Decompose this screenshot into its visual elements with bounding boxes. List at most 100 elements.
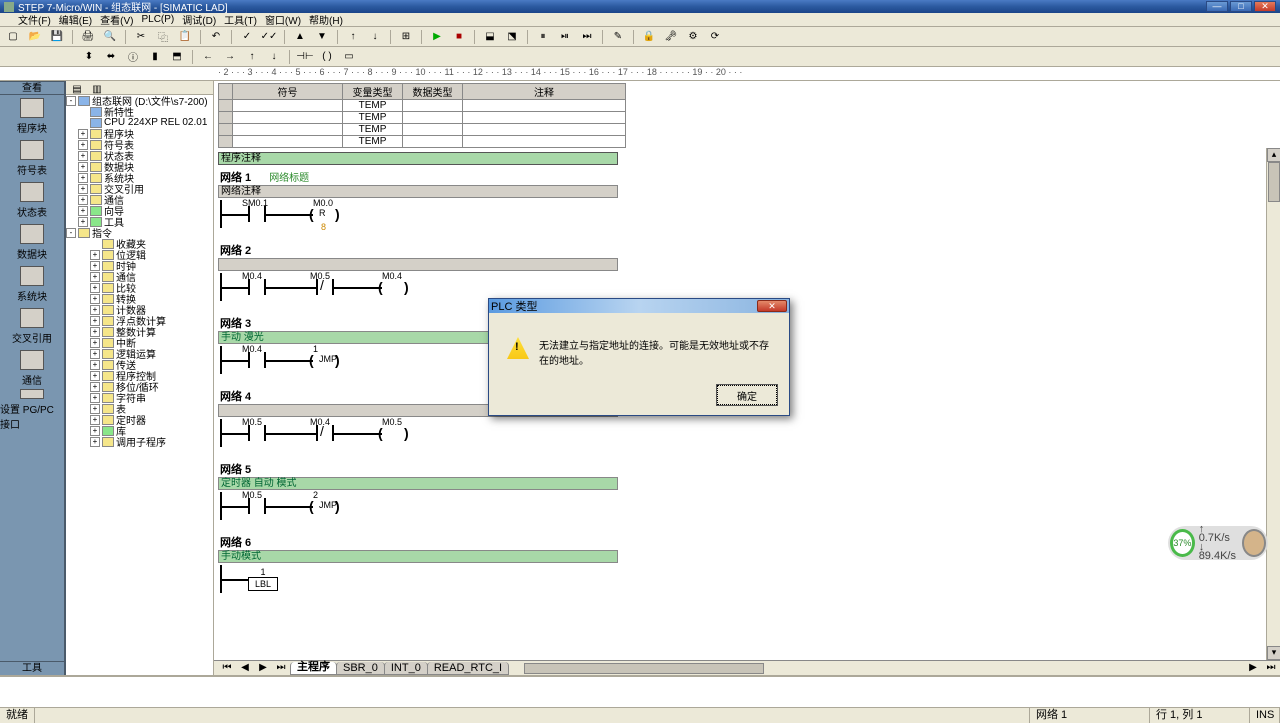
wire-left-icon[interactable]: ←	[199, 49, 217, 65]
menu-item[interactable]: 窗口(W)	[265, 12, 301, 27]
cell[interactable]	[233, 124, 343, 136]
tab-last2-icon[interactable]: ⏭	[1262, 659, 1280, 675]
rung[interactable]: SM0.1M0.0(R)8	[218, 200, 618, 228]
cell[interactable]: TEMP	[343, 112, 403, 124]
lock-icon[interactable]: 🔒	[640, 29, 658, 45]
menu-item[interactable]: 调试(D)	[182, 12, 216, 27]
cell[interactable]: TEMP	[343, 136, 403, 148]
tab-last-icon[interactable]: ⏭	[272, 659, 290, 675]
upload-icon[interactable]: ▲	[291, 29, 309, 45]
tree-item[interactable]: +程序块	[66, 128, 213, 139]
hscroll-thumb[interactable]	[524, 663, 764, 674]
nav-item[interactable]: 数据块	[0, 221, 64, 263]
cell[interactable]	[219, 112, 233, 124]
multi-icon[interactable]: ⏭	[578, 29, 596, 45]
cell[interactable]	[219, 124, 233, 136]
cell[interactable]: TEMP	[343, 100, 403, 112]
network-label[interactable]: 网络 5	[220, 461, 1280, 477]
cell[interactable]	[233, 100, 343, 112]
tree-item[interactable]: +调用子程序	[66, 436, 213, 447]
cell[interactable]	[463, 100, 626, 112]
cell[interactable]	[403, 136, 463, 148]
scroll-thumb[interactable]	[1268, 162, 1280, 202]
program-comment[interactable]: 程序注释	[218, 152, 618, 165]
tree-item[interactable]: +整数计算	[66, 326, 213, 337]
cell[interactable]	[463, 136, 626, 148]
nav-item[interactable]: 设置 PG/PC 接口	[0, 389, 64, 431]
dialog-close-button[interactable]: ✕	[757, 300, 787, 312]
cell[interactable]	[463, 112, 626, 124]
run-icon[interactable]: ▶	[428, 29, 446, 45]
col-header[interactable]: 数据类型	[403, 84, 463, 100]
col-header[interactable]: 符号	[233, 84, 343, 100]
info-icon[interactable]: ⓘ	[124, 49, 142, 65]
wire-up-icon[interactable]: ↑	[243, 49, 261, 65]
nav-item[interactable]: 符号表	[0, 137, 64, 179]
tree-item[interactable]: +位逻辑	[66, 249, 213, 260]
refresh-icon[interactable]: ⟳	[706, 29, 724, 45]
nav-item[interactable]: 交叉引用	[0, 305, 64, 347]
nav-item[interactable]: 程序块	[0, 95, 64, 137]
copy-icon[interactable]: ⿻	[154, 29, 172, 45]
cell[interactable]	[219, 100, 233, 112]
col-header[interactable]: 注释	[463, 84, 626, 100]
chart-icon[interactable]: ⬔	[503, 29, 521, 45]
undo-icon[interactable]: ↶	[207, 29, 225, 45]
network-label[interactable]: 网络 6	[220, 534, 1280, 550]
contact-icon[interactable]: ⊣⊢	[296, 49, 314, 65]
network-comment[interactable]: 定时器 自动 模式	[218, 477, 618, 490]
tree-item[interactable]: +字符串	[66, 392, 213, 403]
nav-item[interactable]: 状态表	[0, 179, 64, 221]
network-comment[interactable]: 手动模式	[218, 550, 618, 563]
cell[interactable]	[403, 100, 463, 112]
status-icon[interactable]: ⬓	[481, 29, 499, 45]
network-comment[interactable]: 网络注释	[218, 185, 618, 198]
cell[interactable]	[233, 112, 343, 124]
scroll-up-icon[interactable]: ▴	[1267, 148, 1280, 162]
addr-icon[interactable]: ⬍	[80, 49, 98, 65]
tree-item[interactable]: +比较	[66, 282, 213, 293]
rung[interactable]: 1LBL	[218, 565, 618, 593]
tree-item[interactable]: +状态表	[66, 150, 213, 161]
rung[interactable]: M0.52(JMP)	[218, 492, 618, 520]
key-icon[interactable]: 🗝	[662, 29, 680, 45]
tree-item[interactable]: +数据块	[66, 161, 213, 172]
menu-item[interactable]: 工具(T)	[224, 12, 257, 27]
nav-item[interactable]: 通信	[0, 347, 64, 389]
menu-item[interactable]: 查看(V)	[100, 12, 133, 27]
tree-item[interactable]: +定时器	[66, 414, 213, 425]
paste-icon[interactable]: 📋	[176, 29, 194, 45]
tree-item[interactable]: CPU 224XP REL 02.01	[66, 117, 213, 128]
download-icon[interactable]: ▼	[313, 29, 331, 45]
tab[interactable]: SBR_0	[336, 662, 385, 675]
coil-icon[interactable]: ( )	[318, 49, 336, 65]
rung[interactable]: M0.5M0.4/M0.5()	[218, 419, 618, 447]
tree-item[interactable]: +符号表	[66, 139, 213, 150]
tab-next-icon[interactable]: ▶	[254, 659, 272, 675]
cell[interactable]	[403, 112, 463, 124]
scroll-down-icon[interactable]: ▾	[1267, 646, 1280, 660]
tree-item[interactable]: +向导	[66, 205, 213, 216]
network-label[interactable]: 网络 2	[220, 242, 1280, 258]
cell[interactable]	[219, 136, 233, 148]
open-icon[interactable]: 📂	[26, 29, 44, 45]
tab[interactable]: READ_RTC_I	[427, 662, 509, 675]
rung[interactable]: M0.4M0.5/M0.4()	[218, 273, 618, 301]
print-icon[interactable]: 🖨	[79, 29, 97, 45]
bookmark-icon[interactable]: ▮	[146, 49, 164, 65]
system-widget[interactable]: 37% ↑ 0.7K/s↓ 89.4K/s	[1168, 526, 1268, 560]
network-label[interactable]: 网络 1网络标题	[220, 169, 1280, 185]
nav-item[interactable]: 系统块	[0, 263, 64, 305]
compile-icon[interactable]: ✓	[238, 29, 256, 45]
dialog-ok-button[interactable]: 确定	[717, 385, 777, 405]
symbol-table[interactable]: 符号变量类型数据类型注释 TEMPTEMPTEMPTEMP	[218, 83, 626, 148]
menu-item[interactable]: 编辑(E)	[59, 12, 92, 27]
pause-icon[interactable]: ⏸	[534, 29, 552, 45]
tab-next2-icon[interactable]: ▶	[1244, 659, 1262, 675]
sym-icon[interactable]: ⬌	[102, 49, 120, 65]
col-header[interactable]: 变量类型	[343, 84, 403, 100]
tree-item[interactable]: +工具	[66, 216, 213, 227]
cell[interactable]	[403, 124, 463, 136]
cell[interactable]	[463, 124, 626, 136]
minimize-button[interactable]: —	[1206, 1, 1228, 12]
